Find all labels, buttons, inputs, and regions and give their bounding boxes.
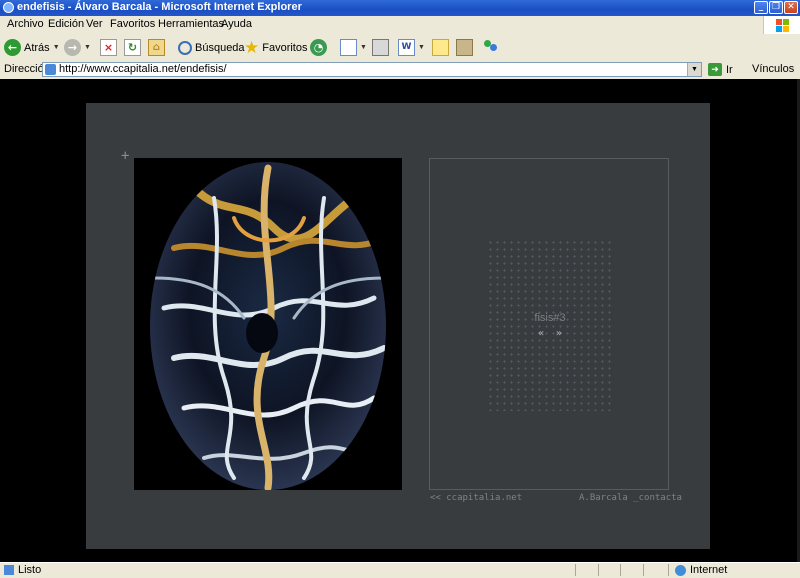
mail-icon xyxy=(340,39,357,56)
note-icon xyxy=(432,39,449,56)
stop-icon: × xyxy=(100,39,117,56)
security-zone: Internet xyxy=(675,564,727,576)
forward-button[interactable]: → ▼ xyxy=(64,38,91,57)
favorites-label: Favoritos xyxy=(262,41,308,54)
chevron-down-icon: ▼ xyxy=(360,44,367,51)
status-divider xyxy=(620,564,621,576)
history-button[interactable]: ◔ xyxy=(310,38,327,57)
artwork-graphic xyxy=(134,158,402,490)
star-icon: ★ xyxy=(244,38,260,57)
search-icon xyxy=(178,40,192,55)
menu-favoritos[interactable]: Favoritos xyxy=(110,18,155,30)
status-divider xyxy=(598,564,599,576)
favorites-button[interactable]: ★ Favoritos xyxy=(244,38,308,57)
prev-piece-link[interactable]: « xyxy=(538,328,544,339)
artwork-image xyxy=(134,158,402,490)
chevron-down-icon: ▼ xyxy=(52,44,60,51)
word-icon: W xyxy=(398,39,415,56)
status-text: Listo xyxy=(18,564,42,576)
status-divider xyxy=(575,564,576,576)
go-button[interactable]: ➜ Ir xyxy=(708,63,733,76)
discuss-button[interactable] xyxy=(432,38,449,57)
title-bar: endefisis - Álvaro Barcala - Microsoft I… xyxy=(0,0,800,16)
go-arrow-icon: ➜ xyxy=(708,63,722,76)
close-button[interactable]: ✕ xyxy=(784,1,798,14)
content-panel: + fisis#3 « » << ccapitalia.net A.Barcal… xyxy=(86,103,710,549)
page-status-icon xyxy=(4,565,14,575)
go-label: Ir xyxy=(726,63,733,76)
page-viewport: + fisis#3 « » << ccapitalia.net A.Barcal… xyxy=(0,79,800,562)
refresh-button[interactable]: ↻ xyxy=(124,38,141,57)
chevron-down-icon[interactable]: ▼ xyxy=(687,63,701,76)
piece-frame: fisis#3 « » xyxy=(429,158,669,490)
search-label: Búsqueda xyxy=(195,41,245,54)
address-input[interactable]: http://www.ccapitalia.net/endefisis/ ▼ xyxy=(42,62,702,77)
research-button[interactable] xyxy=(456,38,473,57)
crosshair-mark: + xyxy=(121,148,130,164)
status-divider xyxy=(668,564,669,576)
globe-icon xyxy=(675,564,686,576)
piece-title: fisis#3 xyxy=(534,312,566,324)
chevron-down-icon: ▼ xyxy=(84,44,91,51)
menu-ver[interactable]: Ver xyxy=(86,18,103,30)
dot-grid xyxy=(487,239,613,411)
minimize-button[interactable]: _ xyxy=(754,1,768,14)
piece-navigation: « » xyxy=(430,328,670,339)
ccapitalia-link[interactable]: << ccapitalia.net xyxy=(430,493,522,503)
menu-archivo[interactable]: Archivo xyxy=(7,18,44,30)
chevron-down-icon: ▼ xyxy=(418,44,425,51)
menu-ayuda[interactable]: Ayuda xyxy=(221,18,252,30)
menu-bar: Archivo Edición Ver Favoritos Herramient… xyxy=(0,16,800,35)
address-url[interactable]: http://www.ccapitalia.net/endefisis/ xyxy=(59,63,227,75)
page-icon xyxy=(45,64,56,75)
status-bar: Listo Internet xyxy=(0,562,800,578)
home-icon: ⌂ xyxy=(148,39,165,56)
contact-link[interactable]: A.Barcala _contacta xyxy=(579,493,682,503)
window-title: endefisis - Álvaro Barcala - Microsoft I… xyxy=(17,1,302,13)
back-arrow-icon: ← xyxy=(4,39,21,56)
messenger-icon xyxy=(482,39,499,56)
back-button[interactable]: ← Atrás ▼ xyxy=(4,38,60,57)
address-bar: Dirección http://www.ccapitalia.net/ende… xyxy=(0,61,800,80)
research-icon xyxy=(456,39,473,56)
menu-edicion[interactable]: Edición xyxy=(48,18,84,30)
zone-label: Internet xyxy=(690,564,728,576)
mail-button[interactable]: ▼ xyxy=(340,38,367,57)
restore-button[interactable]: ❐ xyxy=(769,1,783,14)
menu-herramientas[interactable]: Herramientas xyxy=(158,18,224,30)
search-button[interactable]: Búsqueda xyxy=(178,38,245,57)
home-button[interactable]: ⌂ xyxy=(148,38,165,57)
forward-arrow-icon: → xyxy=(64,39,81,56)
messenger-button[interactable] xyxy=(482,38,499,57)
stop-button[interactable]: × xyxy=(100,38,117,57)
refresh-icon: ↻ xyxy=(124,39,141,56)
next-piece-link[interactable]: » xyxy=(556,328,562,339)
printer-icon xyxy=(372,39,389,56)
edit-button[interactable]: W ▼ xyxy=(398,38,425,57)
status-divider xyxy=(643,564,644,576)
windows-flag-icon xyxy=(763,16,800,34)
ie-logo-icon xyxy=(3,2,14,13)
standard-toolbar: ← Atrás ▼ → ▼ × ↻ ⌂ Búsqueda ★ Favoritos… xyxy=(0,34,800,62)
history-icon: ◔ xyxy=(310,39,327,56)
links-button[interactable]: Vínculos xyxy=(752,63,794,75)
back-label: Atrás xyxy=(24,41,50,54)
print-button[interactable] xyxy=(372,38,389,57)
